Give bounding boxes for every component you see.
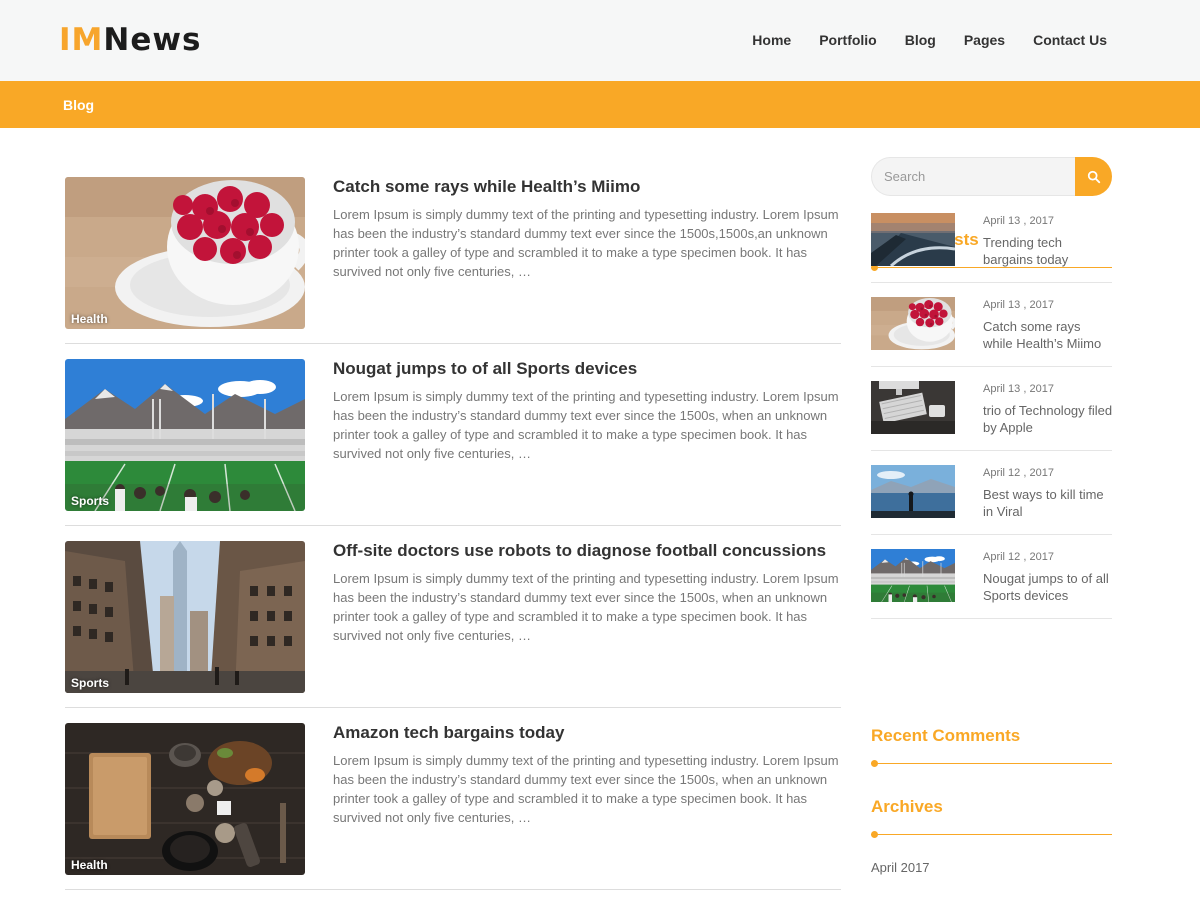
recent-post-divider <box>871 366 1112 367</box>
search-form: Search <box>871 157 1112 196</box>
recent-post-item: April 13 , 2017 trio of Technology filed… <box>871 381 1112 465</box>
recent-posts-list: April 13 , 2017 Trending tech bargains t… <box>871 213 1112 633</box>
recent-post-title[interactable]: Trending tech bargains today <box>983 234 1113 268</box>
recent-image-stadium <box>871 549 955 602</box>
post-image-stadium <box>65 359 305 511</box>
recent-post-thumbnail[interactable] <box>871 549 955 602</box>
archive-link-april-2017[interactable]: April 2017 <box>871 860 930 875</box>
recent-post-date: April 13 , 2017 <box>983 215 1054 227</box>
nav-portfolio[interactable]: Portfolio <box>819 32 877 48</box>
post-excerpt: Lorem Ipsum is simply dummy text of the … <box>333 389 839 461</box>
post-category[interactable]: Health <box>71 312 108 326</box>
recent-post-title[interactable]: trio of Technology filed by Apple <box>983 402 1113 436</box>
post-category[interactable]: Sports <box>71 676 109 690</box>
nav-home[interactable]: Home <box>752 32 791 48</box>
recent-post-item: April 13 , 2017 Trending tech bargains t… <box>871 213 1112 297</box>
widget-divider <box>871 760 1112 767</box>
site-header: IMNews Home Portfolio Blog Pages Contact… <box>0 0 1200 81</box>
recent-image-raspberries <box>871 297 955 350</box>
recent-post-divider <box>871 450 1112 451</box>
post-title[interactable]: Nougat jumps to of all Sports devices <box>333 359 637 379</box>
recent-post-thumbnail[interactable] <box>871 381 955 434</box>
search-input[interactable]: Search <box>871 157 1076 196</box>
post-thumbnail[interactable]: Health <box>65 723 305 875</box>
recent-comments-widget: Recent Comments <box>871 726 1112 767</box>
recent-post-item: April 12 , 2017 Best ways to kill time i… <box>871 465 1112 549</box>
breadcrumb-bar: Blog <box>0 81 1200 128</box>
post-excerpt: Lorem Ipsum is simply dummy text of the … <box>333 753 839 825</box>
site-logo[interactable]: IMNews <box>59 22 201 58</box>
post-item: Health Amazon tech bargains today Lorem … <box>65 723 841 900</box>
post-list: Health Catch some rays while Health’s Mi… <box>65 177 841 900</box>
logo-part-im: IM <box>59 22 104 58</box>
post-thumbnail[interactable]: Sports <box>65 541 305 693</box>
recent-comments-title: Recent Comments <box>871 726 1021 745</box>
post-item: Health Catch some rays while Health’s Mi… <box>65 177 841 359</box>
post-thumbnail[interactable]: Sports <box>65 359 305 511</box>
nav-contact-us[interactable]: Contact Us <box>1033 32 1107 48</box>
search-button[interactable] <box>1075 157 1112 196</box>
post-category[interactable]: Health <box>71 858 108 872</box>
recent-post-divider <box>871 282 1112 283</box>
recent-post-date: April 13 , 2017 <box>983 299 1054 311</box>
nav-blog[interactable]: Blog <box>905 32 936 48</box>
post-image-kitchen-table <box>65 723 305 875</box>
post-divider <box>65 889 841 890</box>
recent-post-item: April 12 , 2017 Nougat jumps to of all S… <box>871 549 1112 633</box>
breadcrumb-current: Blog <box>63 97 95 113</box>
sidebar: Search Recent Posts April 13 , 2017 Tren… <box>871 157 1112 875</box>
post-item: Sports Off-site doctors use robots to di… <box>65 541 841 723</box>
recent-post-thumbnail[interactable] <box>871 213 955 266</box>
search-icon <box>1087 170 1101 184</box>
post-divider <box>65 707 841 708</box>
recent-image-keyboard-desk <box>871 381 955 434</box>
post-title[interactable]: Off-site doctors use robots to diagnose … <box>333 541 826 561</box>
logo-part-news: News <box>103 22 202 58</box>
recent-post-date: April 12 , 2017 <box>983 551 1054 563</box>
recent-post-divider <box>871 534 1112 535</box>
post-image-raspberries <box>65 177 305 329</box>
post-excerpt: Lorem Ipsum is simply dummy text of the … <box>333 207 839 279</box>
recent-post-thumbnail[interactable] <box>871 465 955 518</box>
post-title[interactable]: Catch some rays while Health’s Miimo <box>333 177 640 197</box>
post-thumbnail[interactable]: Health <box>65 177 305 329</box>
recent-post-item: April 13 , 2017 Catch some rays while He… <box>871 297 1112 381</box>
widget-divider <box>871 831 1112 838</box>
post-divider <box>65 525 841 526</box>
recent-post-title[interactable]: Nougat jumps to of all Sports devices <box>983 570 1113 604</box>
nav-pages[interactable]: Pages <box>964 32 1005 48</box>
archives-widget: Archives <box>871 797 1112 838</box>
recent-post-thumbnail[interactable] <box>871 297 955 350</box>
recent-post-title[interactable]: Catch some rays while Health’s Miimo <box>983 318 1113 352</box>
recent-post-date: April 12 , 2017 <box>983 467 1054 479</box>
recent-image-lake-person <box>871 465 955 518</box>
post-image-city-street <box>65 541 305 693</box>
recent-image-aerial-road <box>871 213 955 266</box>
post-category[interactable]: Sports <box>71 494 109 508</box>
post-title[interactable]: Amazon tech bargains today <box>333 723 564 743</box>
recent-post-divider <box>871 618 1112 619</box>
recent-post-date: April 13 , 2017 <box>983 383 1054 395</box>
post-divider <box>65 343 841 344</box>
post-item: Sports Nougat jumps to of all Sports dev… <box>65 359 841 541</box>
main-nav: Home Portfolio Blog Pages Contact Us <box>724 32 1107 48</box>
post-excerpt: Lorem Ipsum is simply dummy text of the … <box>333 571 839 643</box>
archives-title: Archives <box>871 797 943 816</box>
recent-post-title[interactable]: Best ways to kill time in Viral <box>983 486 1113 520</box>
